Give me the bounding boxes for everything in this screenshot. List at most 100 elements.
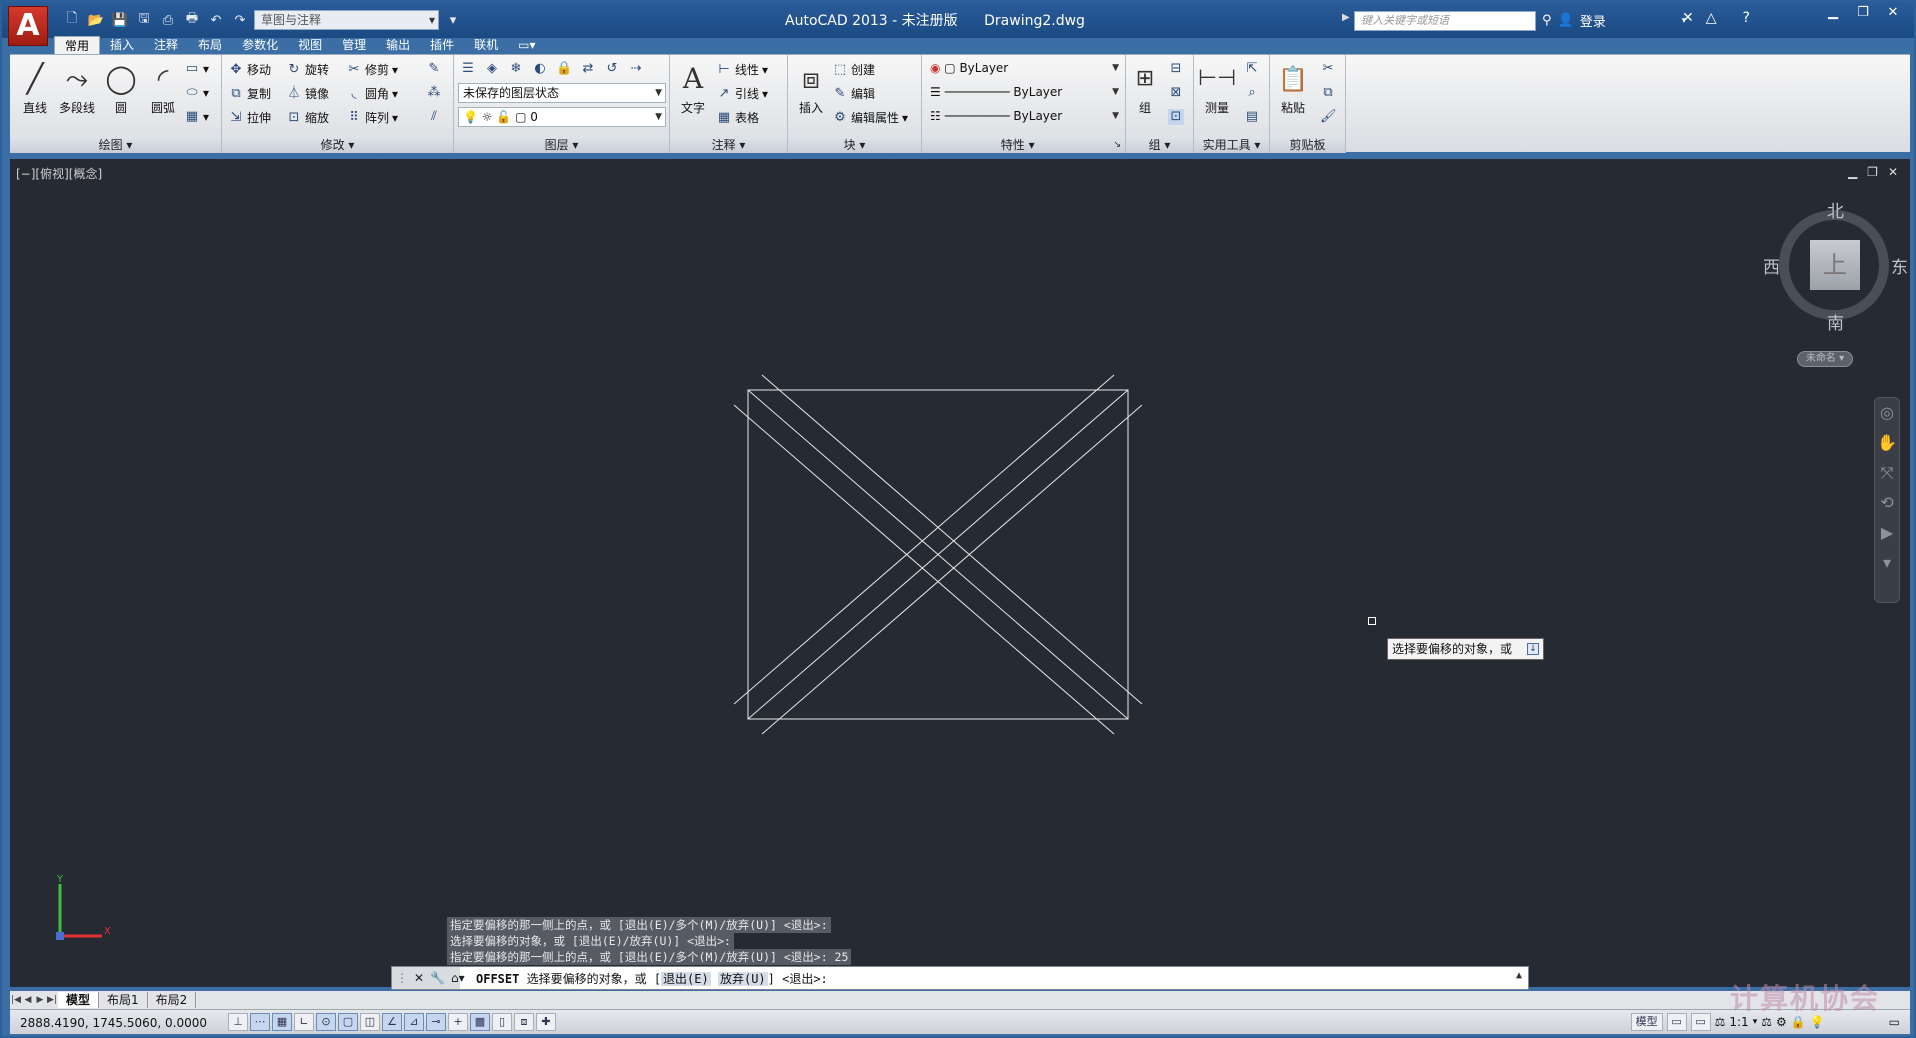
block-panel-title[interactable]: 块 ▾ [788,137,921,153]
modify-panel-title[interactable]: 修改 ▾ [222,137,453,153]
tab-model[interactable]: 模型 [58,992,100,1008]
arc-button[interactable]: ◜ 圆弧 [142,59,184,116]
layer-isolate-icon[interactable]: ◈ [484,61,500,77]
undo-icon[interactable]: ↶ [206,11,226,29]
dynamic-input-icon[interactable]: ⊸ [426,1013,446,1031]
infer-constraints-icon[interactable]: ⊥ [228,1013,248,1031]
redo-icon[interactable]: ↷ [230,11,250,29]
3d-object-snap-icon[interactable]: ◫ [360,1013,380,1031]
close-icon[interactable]: ✕ [414,971,424,985]
grip-icon[interactable]: ⋮ [396,971,408,985]
diagonal-line-1-offset-b[interactable] [733,404,1115,735]
command-prompt[interactable]: OFFSET 选择要偏移的对象，或 [退出(E) 放弃(U)] <退出>: [476,970,828,987]
qat-customize-icon[interactable]: ▾ [443,11,463,29]
group-button[interactable]: ⊞ 组 [1128,59,1162,116]
application-menu-button[interactable]: A [8,6,48,46]
annotation-scale[interactable]: 1:1 [1729,1015,1748,1029]
erase-tool[interactable]: ✎ [426,61,442,77]
quick-properties-icon[interactable]: ▯ [492,1013,512,1031]
tab-extra-icon[interactable]: ▭▾ [508,36,545,54]
lineweight-icon[interactable]: + [448,1013,468,1031]
annotation-scale-icon[interactable]: ⚖ [1715,1015,1726,1029]
workspace-dropdown[interactable]: 草图与注释 ▾ [254,10,439,30]
recent-commands-icon[interactable]: ⌂▾ [451,971,465,985]
prev-layout-icon[interactable]: ◀ [22,995,34,1005]
ellipse-tool[interactable]: ⬭ ▾ [184,85,209,101]
showmotion-icon[interactable]: ▶ [1875,518,1899,548]
search-expand-icon[interactable]: ▶ [1342,12,1350,23]
text-button[interactable]: A 文字 [672,59,714,116]
tab-home[interactable]: 常用 [54,36,101,54]
tab-layout2[interactable]: 布局2 [148,992,197,1008]
print-icon[interactable]: 🖶 [182,11,202,29]
circle-button[interactable]: ◯ 圆 [100,59,142,116]
polyline-button[interactable]: ⤳ 多段线 [54,59,100,116]
rotate-tool[interactable]: ↻ 旋转 [286,61,329,78]
option-exit[interactable]: 退出(E) [661,972,711,986]
ungroup-tool[interactable]: ⊟ [1168,61,1184,77]
object-snap-icon[interactable]: ▢ [338,1013,358,1031]
table-tool[interactable]: ▦ 表格 [716,109,759,126]
copy-clip-tool[interactable]: ⧉ [1320,85,1336,101]
workspace-switching-icon[interactable]: ⚙ [1776,1015,1787,1029]
tab-output[interactable]: 输出 [376,36,420,54]
ortho-mode-icon[interactable]: ∟ [294,1013,314,1031]
linetype-dropdown[interactable]: ☰ ───────── ByLayer ▼ [926,83,1122,103]
search-input[interactable]: 键入关键字或短语 [1354,11,1536,31]
viewcube[interactable]: 北 南 东 西 上 [1763,197,1913,334]
create-block-tool[interactable]: ⬚ 创建 [832,61,875,78]
drawing-canvas[interactable] [10,159,1910,987]
quick-view-drawings-icon[interactable]: ▭ [1690,1013,1711,1031]
lock-icon[interactable]: 🔒 [1791,1015,1806,1029]
layer-off-icon[interactable]: ◐ [532,61,548,77]
viewcube-top-face[interactable]: 上 [1810,240,1860,290]
exchange-icon[interactable]: ✕ [1682,10,1694,26]
layer-lock-icon[interactable]: 🔒 [556,61,572,77]
edit-attributes-tool[interactable]: ⚙ 编辑属性 ▾ [832,109,908,126]
polar-tracking-icon[interactable]: ⊙ [316,1013,336,1031]
layer-previous-icon[interactable]: ↺ [604,61,620,77]
first-layout-icon[interactable]: |◀ [10,995,22,1005]
selection-cycling-icon[interactable]: ⧈ [514,1013,534,1031]
isolate-objects-icon[interactable]: 💡 [1810,1015,1825,1029]
layer-state-dropdown[interactable]: 未保存的图层状态 ▼ [458,83,666,103]
utilities-panel-title[interactable]: 实用工具 ▾ [1194,137,1269,153]
tab-insert[interactable]: 插入 [100,36,144,54]
steering-wheel-icon[interactable]: ◎ [1875,398,1899,428]
explode-tool[interactable]: ⁂ [426,85,442,101]
hatch-tool[interactable]: ▦ ▾ [184,109,209,125]
leader-tool[interactable]: ↗ 引线 ▾ [716,85,769,102]
grid-display-icon[interactable]: ▦ [272,1013,292,1031]
draw-panel-title[interactable]: 绘图 ▾ [10,137,221,153]
wcs-menu[interactable]: 未命名 ▾ [1797,351,1853,367]
color-dropdown[interactable]: ◉ ▢ ByLayer ▼ [926,59,1122,79]
offset-tool[interactable]: ⫽ [426,109,442,125]
select-similar-tool[interactable]: ⌕ [1244,85,1260,101]
pan-icon[interactable]: ✋ [1875,428,1899,458]
tab-online[interactable]: 联机 [464,36,508,54]
open-icon[interactable]: 📂 [86,11,106,29]
autodesk-icon[interactable]: △ [1706,10,1717,26]
compass-south[interactable]: 南 [1827,309,1844,334]
stretch-tool[interactable]: ⇲ 拉伸 [228,109,271,126]
insert-button[interactable]: ⧈ 插入 [790,59,832,116]
compass-east[interactable]: 东 [1891,253,1908,278]
mirror-tool[interactable]: ⏃ 镜像 [286,85,329,102]
option-undo[interactable]: 放弃(U) [717,972,768,986]
snap-mode-icon[interactable]: ⋯ [250,1013,270,1031]
transparency-icon[interactable]: ▩ [470,1013,490,1031]
edit-block-tool[interactable]: ✎ 编辑 [832,85,875,102]
layer-properties-icon[interactable]: ☰ [460,61,476,77]
compass-west[interactable]: 西 [1763,253,1780,278]
lineweight-dropdown[interactable]: ☷ ───────── ByLayer ▼ [926,107,1122,127]
copy-tool[interactable]: ⧉ 复制 [228,85,271,102]
diagonal-line-2-offset-a[interactable] [733,374,1115,705]
last-layout-icon[interactable]: ▶| [46,995,58,1005]
next-layout-icon[interactable]: ▶ [34,995,46,1005]
cut-tool[interactable]: ✂ [1320,61,1336,77]
quick-select-tool[interactable]: ⇱ [1244,61,1260,77]
layer-walk-icon[interactable]: ⇢ [628,61,644,77]
diagonal-line-2-offset-b[interactable] [761,404,1143,735]
paste-button[interactable]: 📋 粘贴 [1272,59,1314,116]
login-button[interactable]: ⚲ 👤 登录 ▾ [1542,11,1686,30]
